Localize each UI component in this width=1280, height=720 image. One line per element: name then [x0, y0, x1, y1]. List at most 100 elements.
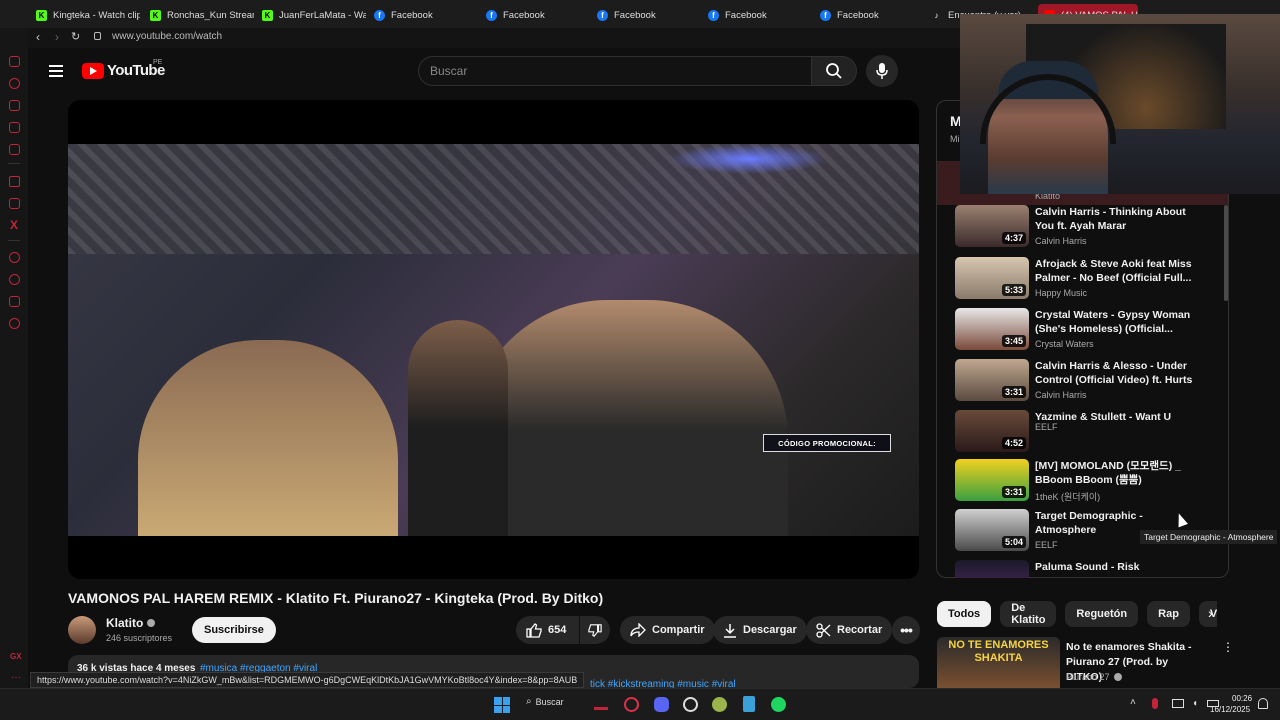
search-placeholder: Buscar	[430, 64, 468, 78]
chips-next-icon[interactable]: ›	[1208, 605, 1213, 621]
playlist-item[interactable]: 3:31 [MV] MOMOLAND (모모랜드) _ BBoom BBoom (…	[955, 459, 1225, 505]
search-input[interactable]: Buscar	[418, 56, 812, 86]
sidebar-icon-5[interactable]	[9, 144, 20, 155]
playlist-item-title: Paluma Sound - Risk	[1035, 561, 1140, 573]
duration-badge: 4:52	[1001, 437, 1026, 449]
sidebar-icon-1[interactable]	[9, 56, 20, 67]
playlist-thumbnail: 4:37	[955, 205, 1029, 247]
playlist-item[interactable]: 3:31 Calvin Harris & Alesso - Under Contr…	[955, 359, 1225, 405]
video-player[interactable]: CÓDIGO PROMOCIONAL:	[68, 100, 919, 579]
browser-tab[interactable]: f Facebook	[708, 4, 812, 26]
reload-icon[interactable]: ↻	[71, 30, 80, 43]
browser-tab[interactable]: f Facebook	[597, 4, 701, 26]
notification-icon[interactable]	[1258, 698, 1268, 709]
more-icon[interactable]: ···	[11, 672, 21, 683]
browser-tab-label: Facebook	[391, 9, 433, 21]
back-icon[interactable]: ‹	[36, 30, 40, 44]
channel-avatar[interactable]	[68, 616, 96, 644]
gx-label: GX	[10, 652, 22, 661]
channel-name-text: Klatito	[106, 616, 144, 630]
browser-tab[interactable]: K Ronchas_Kun Stream	[150, 4, 254, 26]
playlist-thumbnail: 5:33	[955, 257, 1029, 299]
facebook-icon: f	[597, 9, 608, 21]
more-horizontal-icon: •••	[900, 622, 913, 638]
verified-icon	[1113, 673, 1122, 681]
browser-tab-label: Facebook	[725, 9, 767, 21]
twitch-icon[interactable]	[9, 198, 20, 209]
like-button[interactable]: 654	[516, 616, 579, 644]
like-count: 654	[548, 624, 567, 636]
clip-label: Recortar	[837, 624, 883, 636]
tiktok-icon: ♪	[934, 10, 939, 20]
settings-icon[interactable]	[9, 318, 20, 329]
taskbar-discord-icon[interactable]	[654, 697, 669, 712]
taskbar-app-gx-icon[interactable]	[594, 698, 608, 710]
tooltip: Target Demographic - Atmosphere	[1140, 530, 1278, 544]
playlist-item[interactable]: 5:33 Afrojack & Steve Aoki feat Miss Palm…	[955, 257, 1225, 303]
browser-tab[interactable]: f Facebook	[820, 4, 924, 26]
playlist-item[interactable]: 4:52 Yazmine & Stullett - Want U EELF	[955, 410, 1225, 456]
scissors-icon	[816, 622, 831, 638]
browser-tab[interactable]: f Facebook	[374, 4, 478, 26]
kick-icon: K	[150, 9, 161, 21]
clip-button[interactable]: Recortar	[806, 616, 893, 644]
playlist-item[interactable]: Paluma Sound - Risk	[955, 560, 1225, 578]
dislike-button[interactable]	[580, 616, 610, 644]
facebook-icon: f	[374, 9, 385, 21]
voice-search-button[interactable]	[866, 55, 898, 87]
extensions-icon[interactable]	[9, 296, 20, 307]
player-icon[interactable]	[9, 252, 20, 263]
channel-name[interactable]: Klatito	[106, 616, 156, 630]
download-icon	[724, 623, 736, 638]
taskbar-obs-icon[interactable]	[683, 697, 698, 712]
subscribe-button[interactable]: Suscribirse	[192, 617, 276, 643]
filter-chip[interactable]: Todos	[937, 601, 992, 627]
filter-chips: TodosDe KlatitoReguetónRapVide	[937, 601, 1217, 627]
history-icon[interactable]	[9, 274, 20, 285]
filter-chip[interactable]: De Klatito	[1000, 601, 1057, 627]
recommendation-thumb-text: NO TE ENAMORES SHAKITA	[948, 639, 1049, 664]
clock-time: 00:26	[1232, 694, 1253, 703]
tray-volume-icon[interactable]: ◖	[1192, 698, 1198, 709]
playlist-thumbnail	[955, 560, 1029, 578]
description-tags-2[interactable]: tick #kickstreaming #music #viral	[590, 679, 736, 688]
browser-tab[interactable]: f Facebook	[486, 4, 590, 26]
url-text[interactable]: www.youtube.com/watch	[112, 31, 222, 42]
taskbar-search[interactable]: ⌕ Buscar	[526, 696, 564, 707]
search-button[interactable]	[811, 56, 857, 86]
filter-chip[interactable]: Rap	[1147, 601, 1190, 627]
playlist-item[interactable]: 3:45 Crystal Waters - Gypsy Woman (She's …	[955, 308, 1225, 354]
menu-icon[interactable]	[49, 65, 63, 77]
taskbar-notepad-icon[interactable]	[743, 696, 755, 712]
sidebar-icon-3[interactable]	[9, 100, 20, 111]
forward-icon[interactable]: ›	[55, 30, 59, 44]
taskbar-app-icon[interactable]	[712, 697, 727, 712]
playlist-thumbnail: 3:31	[955, 359, 1029, 401]
more-actions-button[interactable]: •••	[892, 616, 920, 644]
recommendation-menu-icon[interactable]: ⋮	[1222, 640, 1234, 654]
browser-tab[interactable]: K JuanFerLaMata - Wa	[262, 4, 366, 26]
tray-mic-icon[interactable]	[1152, 698, 1158, 709]
webcam-overlay	[960, 14, 1280, 194]
taskbar-spotify-icon[interactable]	[771, 697, 786, 712]
x-icon[interactable]: X	[10, 218, 18, 232]
taskbar-opera-icon[interactable]	[624, 697, 639, 712]
country-code: PE	[153, 59, 163, 66]
share-button[interactable]: Compartir	[620, 616, 715, 644]
taskbar: ⌕ Buscar ˄ ◖ 00:26 16/12/2025	[0, 688, 1280, 720]
sidebar-icon-4[interactable]	[9, 122, 20, 133]
thumbs-up-icon	[526, 622, 542, 638]
windows-start-icon[interactable]	[494, 697, 510, 713]
browser-tab-label: Facebook	[837, 9, 879, 21]
filter-chip[interactable]: Reguetón	[1065, 601, 1139, 627]
tray-network-icon[interactable]	[1172, 699, 1184, 708]
playlist-item[interactable]: 4:37 Calvin Harris - Thinking About You f…	[955, 205, 1225, 251]
tray-chevron-icon[interactable]: ˄	[1130, 697, 1136, 708]
recommendation-thumb[interactable]: NO TE ENAMORES SHAKITA	[937, 637, 1060, 688]
sidebar-icon-2[interactable]	[9, 78, 20, 89]
playlist-item-channel: Calvin Harris	[1035, 390, 1087, 400]
sidebar-icon-6[interactable]	[9, 176, 20, 187]
download-button[interactable]: Descargar	[713, 616, 807, 644]
duration-badge: 3:31	[1001, 486, 1026, 498]
browser-tab[interactable]: K Kingteka - Watch clip	[36, 4, 140, 26]
